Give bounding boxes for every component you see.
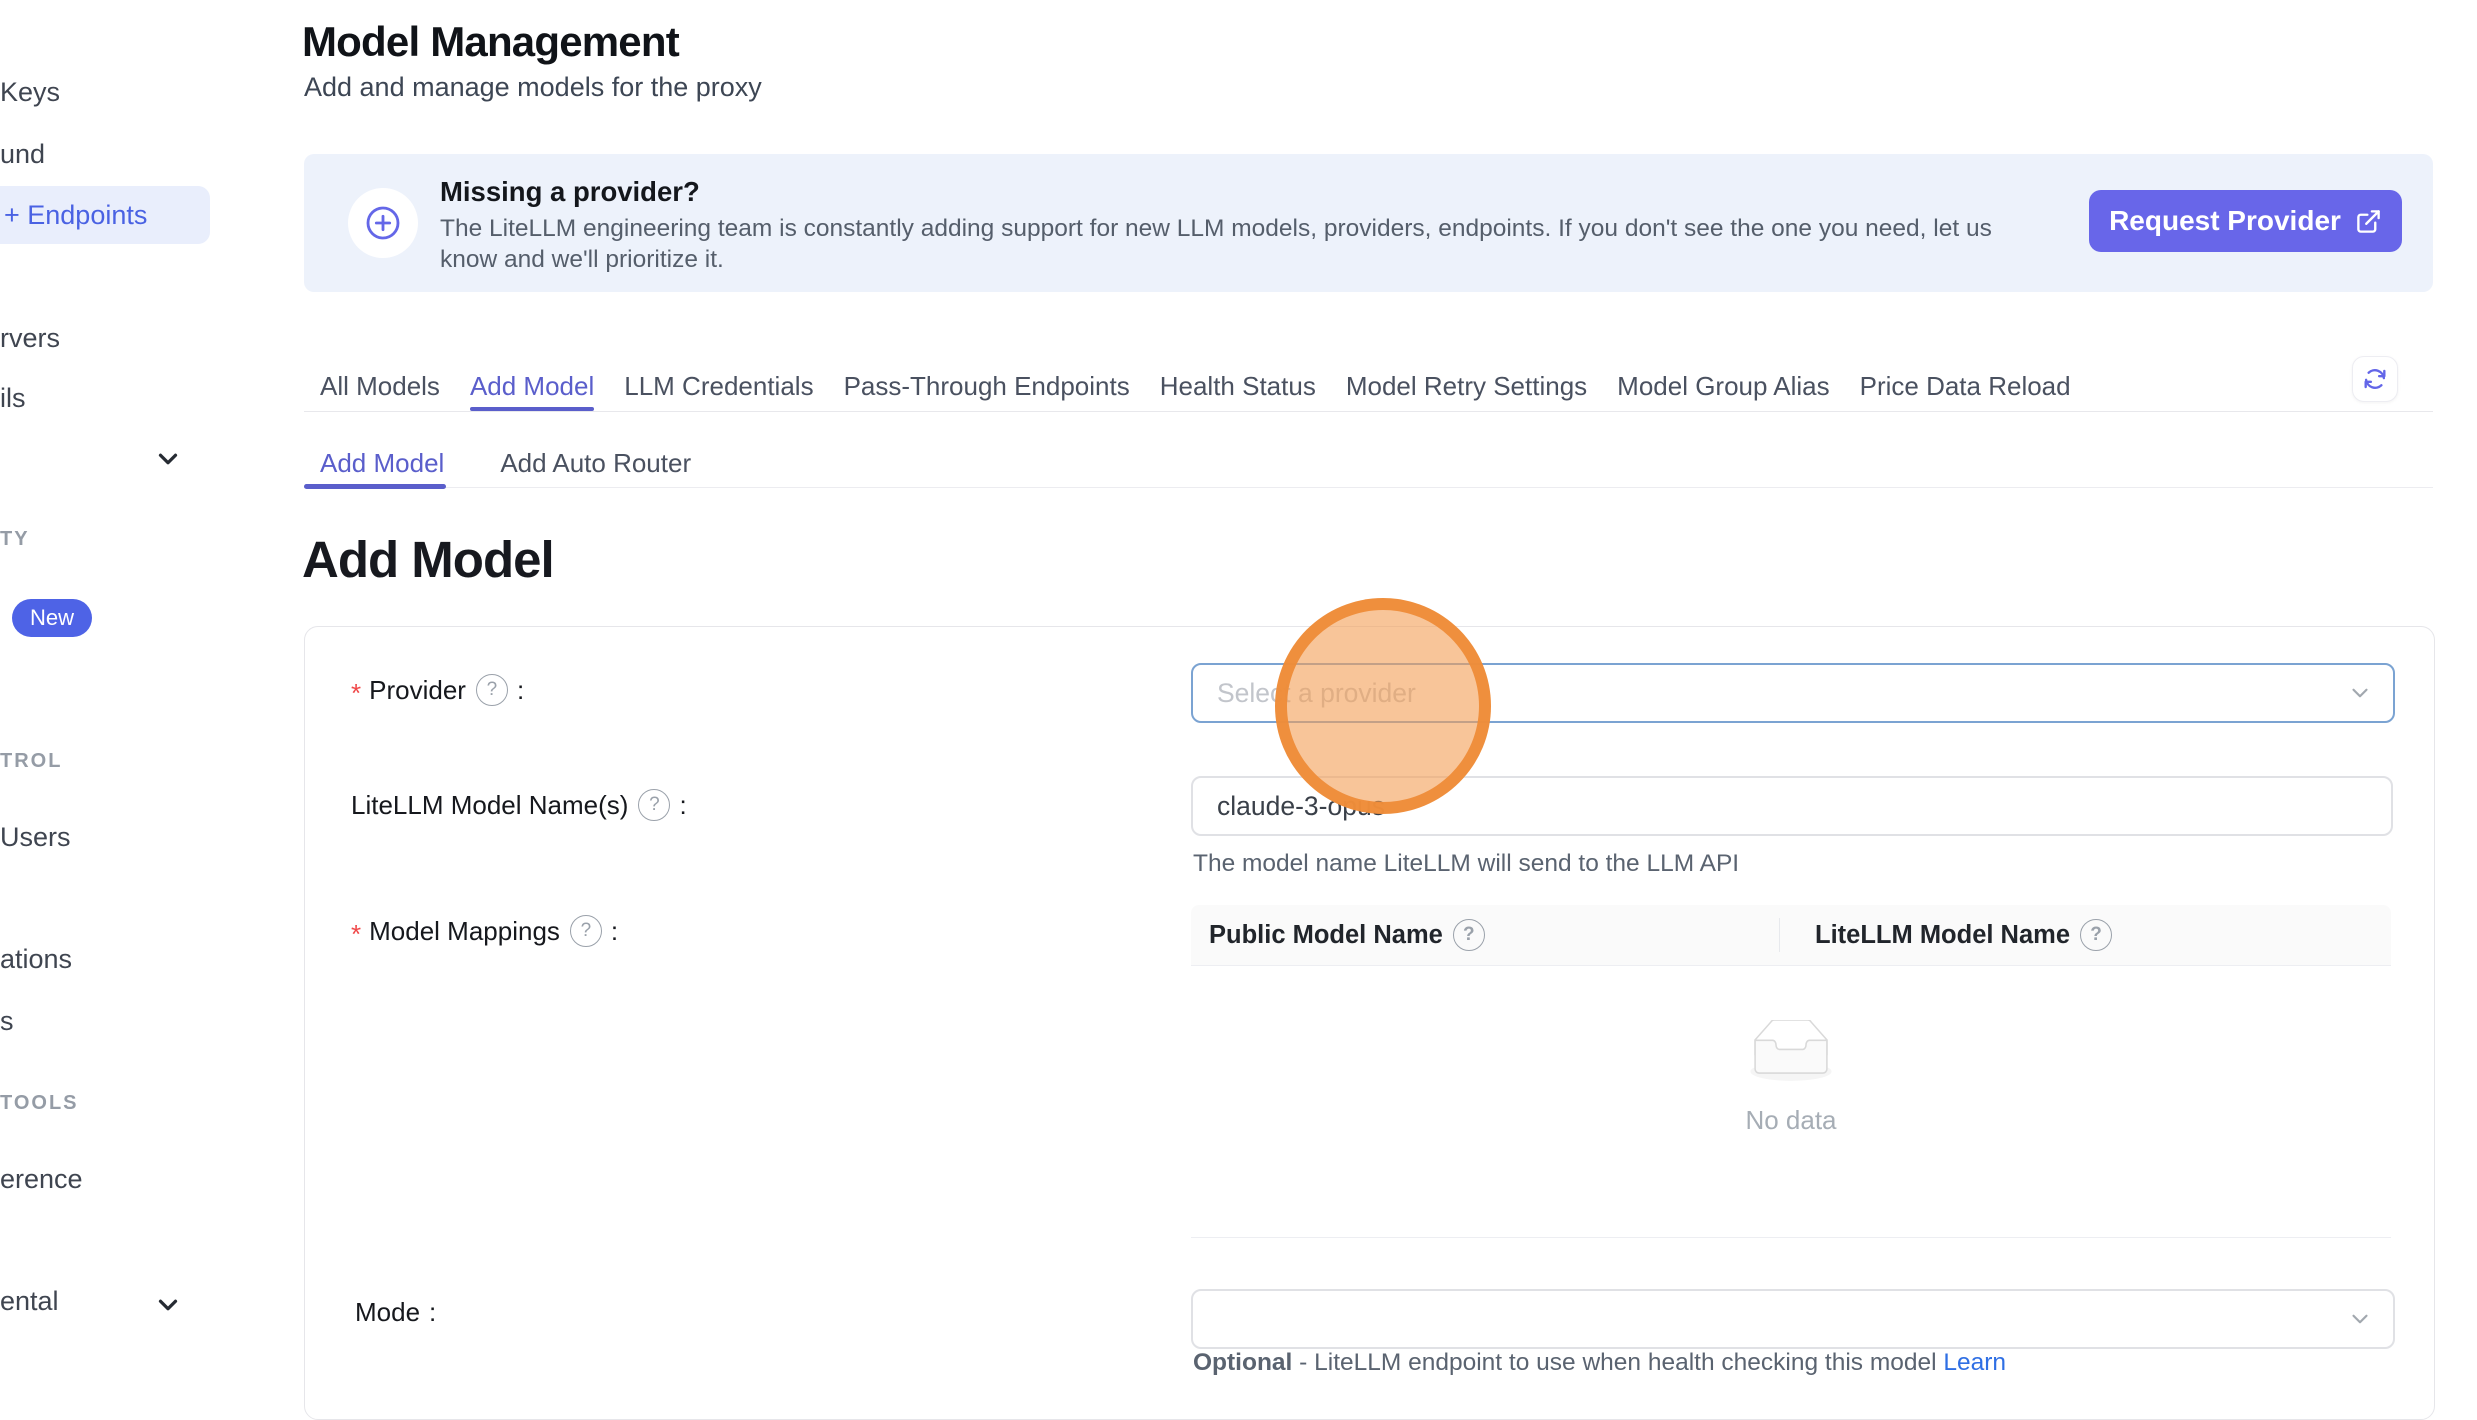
- banner-body: The LiteLLM engineering team is constant…: [440, 214, 2055, 275]
- tab-model-group-alias[interactable]: Model Group Alias: [1617, 361, 1829, 411]
- tabs-divider: [304, 411, 2433, 412]
- mode-label: Mode :: [355, 1297, 436, 1328]
- page-root: Keys und + Endpoints rvers ils TY New TR…: [0, 0, 2477, 1385]
- column-public-model-name: Public Model Name ?: [1191, 919, 1797, 951]
- provider-placeholder: Select a provider: [1217, 665, 1416, 721]
- help-icon[interactable]: ?: [476, 674, 508, 706]
- table-header: Public Model Name ? LiteLLM Model Name ?: [1191, 905, 2391, 966]
- chevron-down-icon: [2347, 1306, 2373, 1332]
- tab-pass-through-endpoints[interactable]: Pass-Through Endpoints: [844, 361, 1130, 411]
- mode-helper-optional: Optional: [1193, 1349, 1292, 1376]
- add-model-subtabs: Add Model Add Auto Router: [320, 438, 691, 488]
- column-litellm-model-name: LiteLLM Model Name ?: [1797, 919, 2112, 951]
- mode-helper: Optional - LiteLLM endpoint to use when …: [1193, 1348, 2006, 1378]
- request-provider-label: Request Provider: [2109, 205, 2341, 237]
- external-link-icon: [2355, 208, 2382, 235]
- banner-title: Missing a provider?: [440, 176, 700, 208]
- required-mark: *: [351, 919, 361, 950]
- learn-link[interactable]: Learn: [1943, 1349, 2006, 1376]
- sidebar-section-label: TROL: [0, 750, 62, 773]
- mode-select[interactable]: [1191, 1289, 2395, 1349]
- model-mappings-table: Public Model Name ? LiteLLM Model Name ?: [1191, 905, 2391, 1238]
- mode-helper-text: - LiteLLM endpoint to use when health ch…: [1299, 1349, 1936, 1376]
- sidebar-item-mcp-servers[interactable]: rvers: [0, 323, 60, 354]
- request-provider-button[interactable]: Request Provider: [2089, 190, 2402, 252]
- new-badge: New: [12, 599, 92, 637]
- empty-inbox-icon: [1741, 1020, 1841, 1084]
- page-title: Model Management: [302, 18, 679, 66]
- tab-model-retry-settings[interactable]: Model Retry Settings: [1346, 361, 1587, 411]
- chevron-down-icon: [153, 444, 183, 474]
- tab-health-status[interactable]: Health Status: [1160, 361, 1316, 411]
- sidebar-item-models-endpoints[interactable]: + Endpoints: [0, 186, 210, 244]
- subtabs-divider: [304, 487, 2433, 488]
- subtab-active-indicator: [304, 484, 446, 489]
- model-tabs: All Models Add Model LLM Credentials Pas…: [320, 361, 2071, 411]
- help-icon[interactable]: ?: [1453, 919, 1485, 951]
- help-icon[interactable]: ?: [570, 915, 602, 947]
- no-data-text: No data: [1191, 1105, 2391, 1136]
- sidebar-item-reference[interactable]: erence: [0, 1164, 83, 1195]
- model-name-helper: The model name LiteLLM will send to the …: [1193, 849, 1739, 879]
- tab-all-models[interactable]: All Models: [320, 361, 440, 411]
- tab-price-data-reload[interactable]: Price Data Reload: [1860, 361, 2071, 411]
- sidebar-item-internal-users[interactable]: Users: [0, 822, 71, 853]
- chevron-down-icon: [2347, 680, 2373, 706]
- tab-add-model[interactable]: Add Model: [470, 361, 594, 411]
- sidebar-item-organizations[interactable]: ations: [0, 944, 72, 975]
- table-empty-body: No data: [1191, 966, 2391, 1238]
- sidebar-item-guardrails[interactable]: ils: [0, 383, 26, 414]
- sidebar-item-playground[interactable]: und: [0, 139, 45, 170]
- column-divider: [1779, 918, 1780, 952]
- page-subtitle: Add and manage models for the proxy: [304, 72, 762, 103]
- model-mappings-label: * Model Mappings ? :: [351, 915, 618, 947]
- sync-icon: [2362, 366, 2388, 392]
- provider-select[interactable]: Select a provider: [1191, 663, 2395, 723]
- tab-llm-credentials[interactable]: LLM Credentials: [624, 361, 813, 411]
- sidebar-section-label: TY: [0, 528, 30, 551]
- circle-plus-icon: [363, 203, 403, 243]
- required-mark: *: [351, 678, 361, 709]
- sidebar-item-teams[interactable]: s: [0, 1006, 14, 1037]
- add-model-form-card: * Provider ? : Select a provider LiteLLM…: [304, 626, 2435, 1420]
- help-icon[interactable]: ?: [2080, 919, 2112, 951]
- empty-state: No data: [1191, 1020, 2391, 1136]
- model-name-label: LiteLLM Model Name(s) ? :: [351, 789, 687, 821]
- model-name-input[interactable]: [1191, 776, 2393, 836]
- refresh-button[interactable]: [2352, 356, 2398, 402]
- help-icon[interactable]: ?: [638, 789, 670, 821]
- sidebar-item-keys[interactable]: Keys: [0, 77, 60, 108]
- provider-label: * Provider ? :: [351, 674, 524, 706]
- subtab-add-model[interactable]: Add Model: [320, 438, 444, 488]
- add-model-heading: Add Model: [302, 530, 554, 589]
- sidebar-item-experimental[interactable]: ental: [0, 1286, 59, 1317]
- sidebar-item-collapsible[interactable]: [0, 432, 210, 484]
- chevron-down-icon: [153, 1290, 183, 1320]
- plus-circle-badge: [348, 188, 418, 258]
- sidebar-item-label: + Endpoints: [4, 200, 147, 231]
- subtab-add-auto-router[interactable]: Add Auto Router: [500, 438, 691, 488]
- sidebar-section-label: TOOLS: [0, 1092, 79, 1115]
